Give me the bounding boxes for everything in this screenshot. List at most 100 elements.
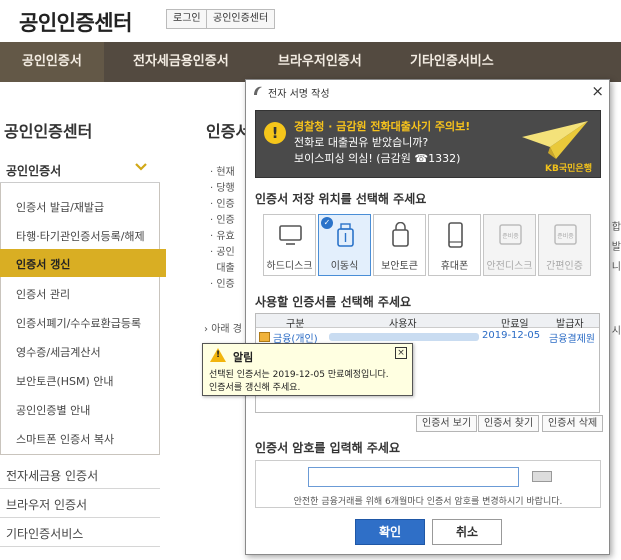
check-icon: ✓ [321, 217, 333, 229]
content-bullet: · 유효 [210, 231, 235, 242]
warning-icon: ! [264, 122, 286, 144]
close-icon[interactable]: × [591, 82, 604, 100]
site-header: 공인인증센터 로그인 공인인증센터 [0, 0, 621, 42]
content-bullet: · 인증 [210, 279, 235, 290]
chevron-down-icon [134, 159, 148, 177]
divider [0, 546, 160, 547]
ok-button[interactable]: 확인 [355, 519, 425, 545]
content-bullet: 대출 [216, 263, 235, 274]
masked-user [329, 333, 479, 341]
expiry-alert: 알림 × 선택된 인증서는 2019-12-05 만료예정입니다. 인증서를 갱… [202, 343, 413, 396]
sidebar-item-manage[interactable]: 인증서 관리 [16, 286, 70, 302]
login-button[interactable]: 로그인 [166, 9, 208, 29]
gnb-cert[interactable]: 공인인증서 [0, 42, 104, 82]
device-phone[interactable]: 휴대폰 [428, 214, 481, 276]
alert-message: 선택된 인증서는 2019-12-05 만료예정입니다. [209, 370, 389, 380]
alert-title: 알림 [233, 351, 254, 364]
phone-icon [448, 222, 463, 248]
device-harddisk[interactable]: 하드디스크 [263, 214, 316, 276]
gnb-other-services[interactable]: 기타인증서비스 [410, 42, 494, 82]
col-expiry: 만료일 [501, 319, 529, 330]
content-bullets: · 현재 · 당행 · 인증 · 인증 · 유효 · 공인 대출 · 인증 [210, 163, 250, 291]
banner-text: 전화로 대출권유 받았습니까? [294, 136, 429, 149]
divider [0, 517, 160, 518]
find-cert-button[interactable]: 인증서 찾기 [478, 415, 540, 432]
fraud-warning-banner[interactable]: ! 경찰청 · 금감원 전화대출사기 주의보! 전화로 대출권유 받았습니까? … [255, 110, 601, 178]
sign-dialog: 전자 서명 작성 × ! 경찰청 · 금감원 전화대출사기 주의보! 전화로 대… [245, 79, 610, 555]
device-removable[interactable]: ✓ 이동식 [318, 214, 371, 276]
password-area: 안전한 금융거래를 위해 6개월마다 인증서 암호를 변경하시기 바랍니다. [255, 460, 601, 508]
gnb-tax-cert[interactable]: 전자세금용인증서 [133, 42, 229, 82]
divider [0, 488, 160, 489]
col-issuer: 발급자 [556, 319, 584, 330]
device-label: 휴대폰 [440, 261, 469, 272]
cancel-button[interactable]: 취소 [432, 519, 502, 545]
banner-headline: 경찰청 · 금감원 전화대출사기 주의보! [294, 120, 471, 133]
device-label: 이동식 [330, 261, 359, 272]
paper-plane-icon [522, 121, 588, 159]
global-nav: 공인인증서 전자세금용인증서 브라우저인증서 기타인증서비스 [0, 42, 621, 82]
sidebar-item-revoke[interactable]: 인증서폐기/수수료환급등록 [16, 315, 141, 331]
right-fragment: 니 [611, 262, 621, 273]
dialog-titlebar[interactable]: 전자 서명 작성 × [246, 80, 609, 102]
device-label: 보안토큰 [381, 261, 418, 272]
password-title: 인증서 암호를 입력해 주세요 [255, 441, 401, 455]
sidebar-item-hsm[interactable]: 보안토큰(HSM) 안내 [16, 373, 114, 389]
col-user: 사용자 [389, 319, 417, 330]
sidebar-other-services[interactable]: 기타인증서비스 [6, 525, 83, 542]
device-label: 안전디스크 [486, 261, 533, 272]
sidebar-tax-cert[interactable]: 전자세금용 인증서 [6, 467, 98, 484]
sidebar-item-issue[interactable]: 인증서 발급/재발급 [16, 199, 104, 215]
storage-title: 인증서 저장 위치를 선택해 주세요 [255, 192, 427, 206]
content-bullet: · 인증 [210, 215, 235, 226]
right-fragment: 시 [611, 326, 621, 337]
content-note: › 아래 경 [204, 324, 242, 335]
app-logo-icon [254, 86, 262, 95]
sidebar-item-guide[interactable]: 공인인증별 안내 [16, 402, 90, 418]
view-cert-button[interactable]: 인증서 보기 [416, 415, 478, 432]
content-bullet: · 현재 [210, 167, 235, 178]
banner-text: 보이스피싱 의심! (금감원 ☎1332) [294, 152, 461, 165]
token-icon [392, 222, 409, 247]
right-fragment: 발 [611, 242, 621, 253]
safe-disk-icon: 준비중 [499, 224, 522, 245]
sidebar-item-phone-copy[interactable]: 스마트폰 인증서 복사 [16, 431, 114, 447]
sidebar-browser-cert[interactable]: 브라우저 인증서 [6, 496, 87, 513]
sidebar-section-cert[interactable]: 공인인증서 [0, 155, 160, 183]
cert-center-button[interactable]: 공인인증센터 [206, 9, 276, 29]
bank-brand: KB국민은행 [545, 164, 592, 174]
virtual-keyboard-icon[interactable] [532, 471, 552, 482]
sidebar-item-renew[interactable]: 인증서 갱신 [0, 249, 166, 277]
gnb-browser-cert[interactable]: 브라우저인증서 [278, 42, 362, 82]
sidebar-item-receipt[interactable]: 영수증/세금계산서 [16, 344, 101, 360]
usb-icon [337, 223, 354, 247]
sidebar-section-label: 공인인증서 [6, 164, 62, 178]
warning-icon [210, 348, 226, 362]
delete-cert-button[interactable]: 인증서 삭제 [542, 415, 604, 432]
monitor-icon [279, 225, 302, 245]
device-label: 간편인증 [546, 261, 583, 272]
right-fragment: 합 [611, 222, 621, 233]
device-security-token[interactable]: 보안토큰 [373, 214, 426, 276]
site-title[interactable]: 공인인증센터 [19, 7, 132, 37]
cert-issuer: 금융결제원 [549, 334, 595, 345]
col-type: 구분 [286, 319, 305, 330]
password-input[interactable] [308, 467, 519, 487]
preparing-tag: 준비중 [557, 232, 574, 240]
certificate-icon [259, 332, 270, 342]
sidebar-item-register[interactable]: 타행·타기관인증서등록/해제 [16, 228, 145, 244]
close-icon[interactable]: × [395, 347, 407, 359]
select-title: 사용할 인증서를 선택해 주세요 [255, 295, 412, 309]
content-bullet: · 공인 [210, 247, 235, 258]
device-simple-auth: 준비중 간편인증 [538, 214, 591, 276]
content-bullet: · 인증 [210, 199, 235, 210]
preparing-tag: 준비중 [502, 232, 519, 240]
sidebar-title: 공인인증센터 [4, 122, 93, 141]
device-label: 하드디스크 [266, 261, 313, 272]
content-bullet: · 당행 [210, 183, 235, 194]
alert-message: 인증서를 갱신해 주세요. [209, 383, 301, 393]
device-safe-disk: 준비중 안전디스크 [483, 214, 536, 276]
password-help: 안전한 금융거래를 위해 6개월마다 인증서 암호를 변경하시기 바랍니다. [293, 497, 563, 507]
table-header: 구분 사용자 만료일 발급자 [256, 314, 599, 330]
content-title: 인증서 [206, 122, 251, 141]
